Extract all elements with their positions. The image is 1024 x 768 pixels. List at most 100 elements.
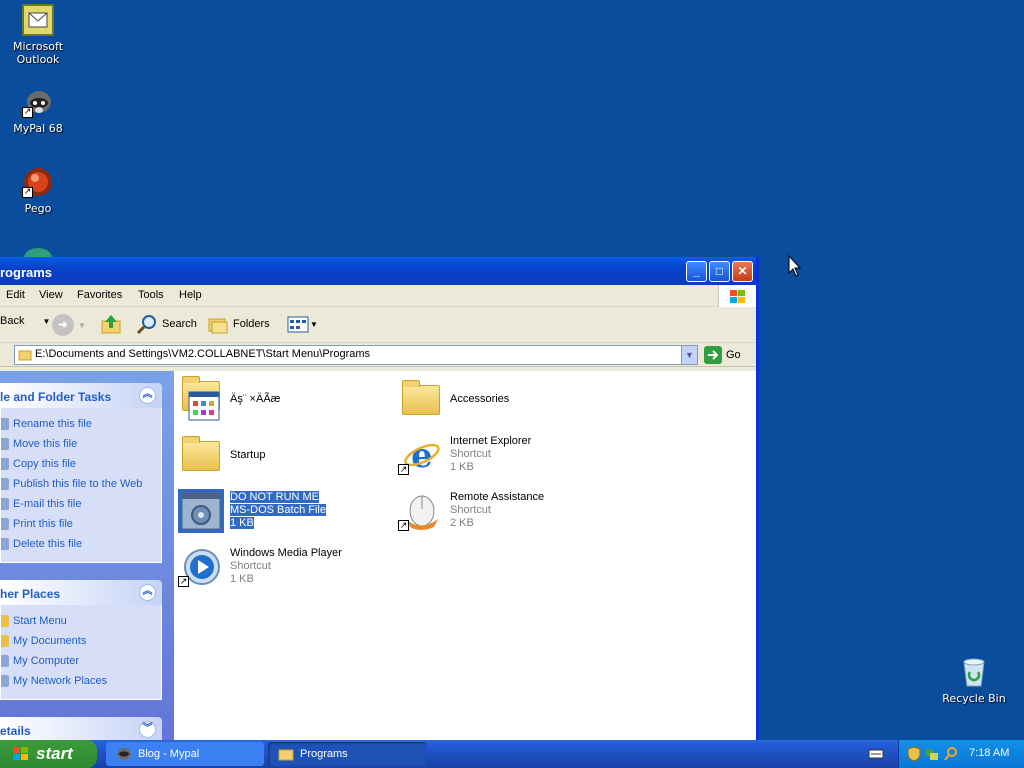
views-button[interactable]: ▼ (286, 313, 318, 335)
menu-help[interactable]: Help (179, 289, 202, 301)
internet-explorer-icon: e ↗ (398, 433, 444, 477)
chevron-down-icon: ▼ (78, 320, 86, 330)
file-list: Äş¨ ×ÄÃæ Accessories Startup e ↗ Interne… (174, 371, 756, 740)
place-start-menu[interactable]: Start Menu (1, 611, 161, 631)
task-delete[interactable]: Delete this file (1, 534, 161, 554)
minimize-button[interactable]: _ (686, 261, 707, 282)
back-button[interactable]: Back ▼ (0, 315, 50, 327)
folder-icon (18, 350, 32, 361)
window-titlebar[interactable]: rograms _ □ ✕ (0, 257, 756, 285)
menu-favorites[interactable]: Favorites (77, 289, 122, 301)
views-icon (287, 316, 309, 333)
task-copy[interactable]: Copy this file (1, 454, 161, 474)
start-button[interactable]: start (0, 740, 97, 768)
file-size: 1 KB (230, 517, 254, 529)
maximize-icon: □ (715, 264, 724, 278)
network-status-icon[interactable] (925, 746, 939, 762)
search-button[interactable]: Search (136, 313, 197, 335)
task-label: Publish this file to the Web (13, 478, 143, 490)
shortcut-arrow-icon: ↗ (22, 107, 33, 118)
chevron-down-icon: ▼ (685, 350, 694, 360)
back-label: Back (0, 315, 25, 327)
file-name: Remote Assistance (450, 491, 545, 503)
place-my-documents[interactable]: My Documents (1, 631, 161, 651)
task-move[interactable]: Move this file (1, 434, 161, 454)
panel-header[interactable]: etails ︾ (0, 717, 162, 742)
forward-arrow-icon: ➜ (52, 314, 74, 336)
desktop-icon-outlook[interactable]: Microsoft Outlook (0, 4, 76, 66)
explorer-window[interactable]: rograms _ □ ✕ Edit View Favorites Tools … (0, 257, 759, 742)
panel-title: her Places (0, 587, 61, 601)
move-icon (1, 438, 9, 450)
taskbar-button-label: Blog - Mypal (138, 748, 200, 760)
folders-button[interactable]: Folders (207, 313, 270, 335)
menu-tools[interactable]: Tools (138, 289, 164, 301)
recycle-bin-icon (958, 656, 990, 688)
file-item[interactable]: Startup (178, 433, 265, 477)
file-item-selected[interactable]: DO NOT RUN ME MS-DOS Batch File 1 KB (178, 489, 326, 533)
desktop-icon-label: Recycle Bin (942, 692, 1006, 705)
keyboard-icon[interactable] (868, 748, 884, 760)
desktop-icon-label: Pego (24, 202, 52, 215)
collapse-icon[interactable]: ︽ (139, 387, 156, 404)
pego-icon: ↗ (22, 166, 54, 198)
place-label: Start Menu (13, 615, 67, 627)
panel-header[interactable]: le and Folder Tasks ︽ (0, 383, 162, 408)
task-publish[interactable]: Publish this file to the Web (1, 474, 161, 494)
forward-button[interactable]: ➜ ▼ (52, 314, 86, 336)
maximize-button[interactable]: □ (709, 261, 730, 282)
security-shield-icon[interactable] (907, 746, 921, 762)
shortcut-arrow-icon: ↗ (22, 187, 33, 198)
folder-icon (1, 615, 9, 627)
place-my-computer[interactable]: My Computer (1, 651, 161, 671)
system-tray: 7:18 AM (898, 740, 1024, 768)
file-item[interactable]: e ↗ Internet Explorer Shortcut 1 KB (398, 433, 531, 477)
file-size: 1 KB (450, 461, 474, 473)
taskbar-button-programs[interactable]: Programs (268, 742, 426, 766)
task-rename[interactable]: Rename this file (1, 414, 161, 434)
task-print[interactable]: Print this file (1, 514, 161, 534)
address-dropdown-button[interactable]: ▼ (681, 346, 697, 364)
collapse-icon[interactable]: ︽ (139, 584, 156, 601)
place-my-network[interactable]: My Network Places (1, 671, 161, 691)
remote-assistance-icon: ↗ (398, 489, 444, 533)
desktop-icon-mypal[interactable]: ↗ MyPal 68 (0, 86, 76, 135)
file-item[interactable]: ↗ Windows Media Player Shortcut 1 KB (178, 545, 342, 589)
desktop-icon-pego[interactable]: ↗ Pego (0, 166, 76, 215)
network-icon (1, 675, 9, 687)
file-type: Shortcut (450, 448, 491, 460)
up-folder-button[interactable] (100, 313, 122, 335)
up-folder-icon (101, 315, 121, 334)
task-email[interactable]: E-mail this file (1, 494, 161, 514)
raccoon-icon: ↗ (22, 86, 54, 118)
panel-header[interactable]: her Places ︽ (0, 580, 162, 605)
search-label: Search (162, 318, 197, 330)
task-label: Rename this file (13, 418, 92, 430)
my-documents-icon (1, 635, 9, 647)
file-item[interactable]: Accessories (398, 377, 509, 421)
other-places-panel: her Places ︽ Start Menu My Documents My … (0, 580, 162, 700)
file-item[interactable]: ↗ Remote Assistance Shortcut 2 KB (398, 489, 544, 533)
menu-edit[interactable]: Edit (6, 289, 25, 301)
window-title: rograms (0, 265, 53, 280)
file-item[interactable]: Äş¨ ×ÄÃæ (178, 376, 281, 421)
search-icon[interactable] (943, 746, 959, 762)
file-name: DO NOT RUN ME (230, 491, 320, 503)
task-label: Copy this file (13, 458, 76, 470)
place-label: My Computer (13, 655, 80, 667)
close-button[interactable]: ✕ (732, 261, 753, 282)
folders-label: Folders (233, 318, 270, 330)
file-name: Äş¨ ×ÄÃæ (230, 393, 281, 405)
file-type: Shortcut (230, 560, 271, 572)
taskbar-button-mypal[interactable]: Blog - Mypal (106, 742, 264, 766)
task-label: Move this file (13, 438, 78, 450)
file-folder-tasks-panel: le and Folder Tasks ︽ Rename this file M… (0, 383, 162, 563)
desktop-icon-recycle-bin[interactable]: Recycle Bin (936, 656, 1012, 705)
expand-icon[interactable]: ︾ (139, 721, 156, 738)
go-button[interactable]: Go (704, 346, 741, 364)
clock[interactable]: 7:18 AM (969, 747, 1009, 759)
address-input[interactable]: E:\Documents and Settings\VM2.COLLABNET\… (14, 345, 698, 365)
menu-view[interactable]: View (39, 289, 63, 301)
address-value: E:\Documents and Settings\VM2.COLLABNET\… (35, 348, 371, 360)
toolbar: Back ▼ ➜ ▼ Search Folders ▼ (0, 307, 756, 343)
